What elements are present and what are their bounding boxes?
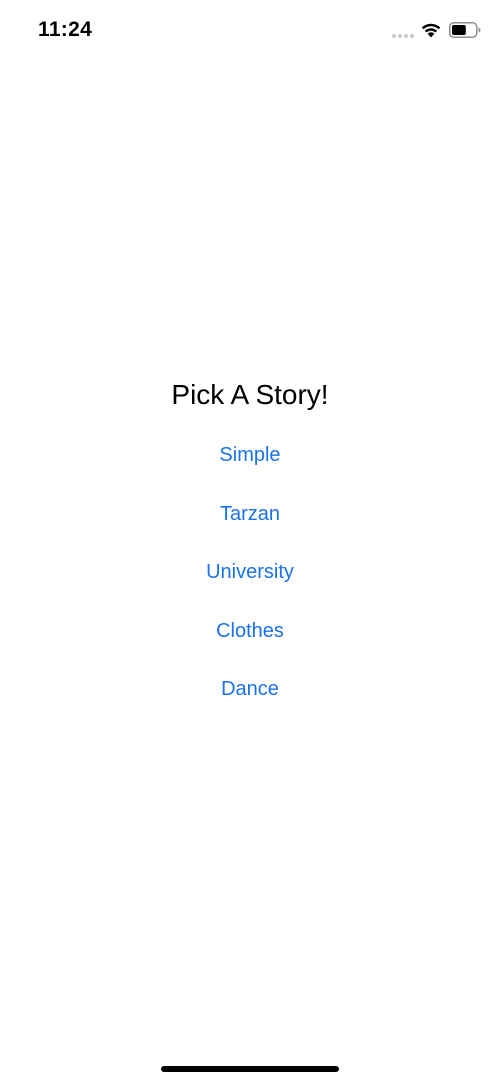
story-button-simple[interactable]: Simple bbox=[211, 426, 288, 485]
story-picker: Pick A Story! Simple Tarzan University C… bbox=[0, 370, 500, 719]
story-button-dance[interactable]: Dance bbox=[213, 660, 287, 719]
story-list: Simple Tarzan University Clothes Dance bbox=[0, 426, 500, 719]
home-indicator[interactable] bbox=[161, 1066, 339, 1072]
wifi-icon bbox=[421, 23, 441, 38]
story-button-tarzan[interactable]: Tarzan bbox=[212, 485, 288, 544]
status-time: 11:24 bbox=[38, 18, 93, 41]
signal-dots-icon bbox=[392, 33, 414, 38]
battery-icon bbox=[449, 22, 481, 38]
story-button-university[interactable]: University bbox=[198, 543, 302, 602]
page-title: Pick A Story! bbox=[171, 379, 329, 410]
status-bar: 11:24 bbox=[0, 0, 500, 60]
story-button-clothes[interactable]: Clothes bbox=[208, 602, 292, 661]
